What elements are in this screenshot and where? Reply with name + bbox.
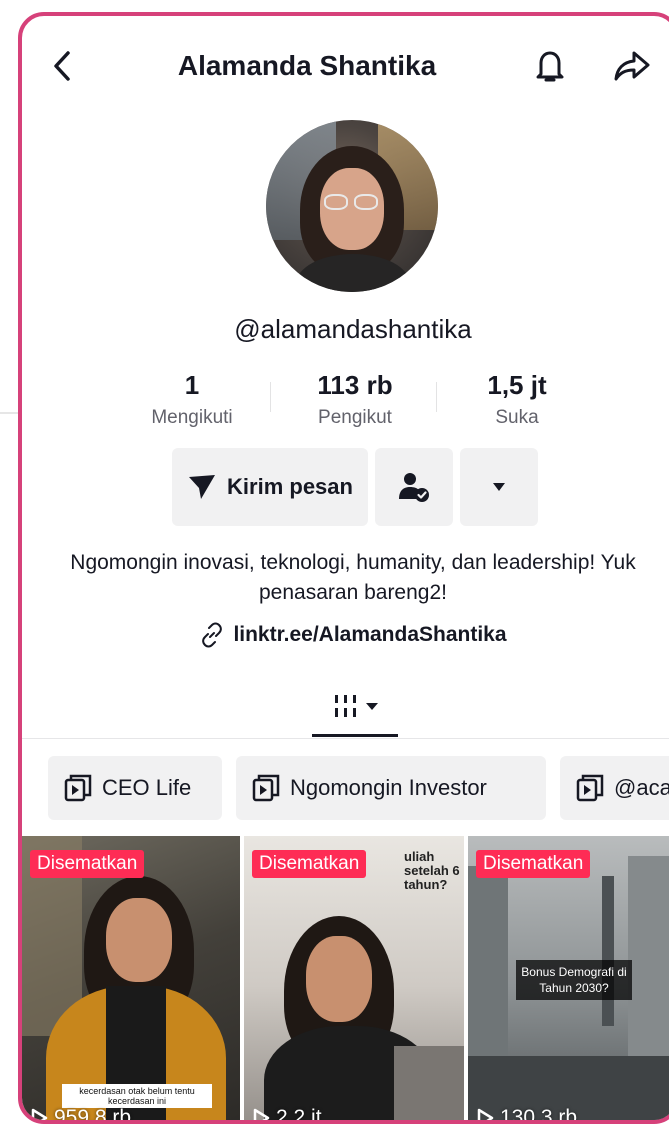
avatar[interactable] — [266, 120, 438, 292]
playlist-icon — [64, 774, 92, 802]
background-divider — [0, 412, 18, 414]
notification-button[interactable] — [530, 46, 570, 86]
share-arrow-icon — [614, 51, 650, 81]
grid-icon — [335, 695, 356, 717]
share-button[interactable] — [610, 46, 654, 86]
stat-value: 113 rb — [317, 370, 393, 400]
profile-link[interactable]: linktr.ee/AlamandaShantika — [22, 622, 669, 648]
playlist-label: @aca — [614, 775, 669, 800]
send-icon — [189, 475, 216, 499]
playlist-chip[interactable]: Ngomongin Investor — [236, 756, 546, 820]
send-message-label: Kirim pesan — [227, 474, 353, 499]
stat-label: Pengikut — [318, 407, 392, 428]
caret-down-icon — [366, 703, 378, 710]
profile-link-text: linktr.ee/AlamandaShantika — [233, 623, 507, 646]
tab-videos[interactable] — [312, 680, 398, 734]
view-count: 2,2 jt — [252, 1106, 322, 1124]
playlist-label: CEO Life — [102, 775, 192, 800]
pinned-badge: Disematkan — [30, 850, 145, 878]
person-face — [306, 936, 372, 1022]
playlist-chip[interactable]: @aca — [560, 756, 669, 820]
video-caption: kecerdasan otak belum tentu kecerdasan i… — [62, 1084, 212, 1108]
tab-divider — [22, 738, 669, 739]
tab-indicator — [312, 734, 398, 737]
stat-following[interactable]: 1 Mengikuti — [132, 370, 252, 429]
video-thumbnail[interactable]: kecerdasan otak belum tentu kecerdasan i… — [22, 836, 240, 1124]
caret-down-icon — [493, 483, 505, 491]
laptop — [394, 1046, 464, 1120]
stat-likes[interactable]: 1,5 jt Suka — [462, 370, 572, 429]
avatar-glasses — [324, 194, 348, 210]
play-icon — [31, 1108, 48, 1120]
bio: Ngomongin inovasi, teknologi, humanity, … — [70, 551, 636, 604]
playlist-icon — [252, 774, 280, 802]
pinned-badge: Disematkan — [476, 850, 591, 878]
stat-divider — [436, 382, 437, 412]
play-icon — [477, 1108, 494, 1120]
building — [468, 866, 508, 1066]
video-thumbnail[interactable]: Bonus Demografi di Tahun 2030? Disematka… — [468, 836, 669, 1124]
building — [628, 856, 669, 1066]
view-count: 130,3 rb — [476, 1106, 578, 1124]
video-caption: Bonus Demografi di Tahun 2030? — [516, 960, 632, 1000]
view-count: 959,8 rb — [30, 1106, 132, 1124]
view-count-text: 2,2 jt — [276, 1106, 322, 1124]
playlist-chip[interactable]: CEO Life — [48, 756, 222, 820]
more-options-button[interactable] — [460, 448, 538, 526]
video-caption: uliah setelah 6 tahun? — [404, 849, 460, 892]
user-check-icon — [399, 473, 429, 502]
send-message-button[interactable]: Kirim pesan — [172, 448, 368, 526]
monument — [602, 876, 614, 1026]
stat-value: 1,5 jt — [487, 370, 547, 400]
profile-screen: Alamanda Shantika @alamandashantika 1 Me… — [18, 12, 669, 1124]
following-status-button[interactable] — [375, 448, 453, 526]
video-thumbnail[interactable]: uliah setelah 6 tahun? Disematkan 2,2 jt — [244, 836, 464, 1124]
stat-label: Suka — [495, 407, 539, 428]
link-icon — [202, 622, 223, 648]
header: Alamanda Shantika — [22, 16, 669, 116]
person-face — [106, 898, 172, 982]
avatar-glasses — [354, 194, 378, 210]
page-title: Alamanda Shantika — [177, 50, 437, 81]
stat-divider — [270, 382, 271, 412]
playlist-label: Ngomongin Investor — [290, 775, 487, 800]
playlist-icon — [576, 774, 604, 802]
play-icon — [253, 1108, 270, 1120]
stat-label: Mengikuti — [151, 407, 233, 428]
username: @alamandashantika — [234, 314, 472, 344]
pinned-badge: Disematkan — [252, 850, 367, 878]
bell-icon — [536, 51, 564, 82]
stat-followers[interactable]: 113 rb Pengikut — [290, 370, 420, 429]
view-count-text: 130,3 rb — [500, 1106, 578, 1124]
stat-value: 1 — [184, 370, 200, 400]
view-count-text: 959,8 rb — [54, 1106, 132, 1124]
